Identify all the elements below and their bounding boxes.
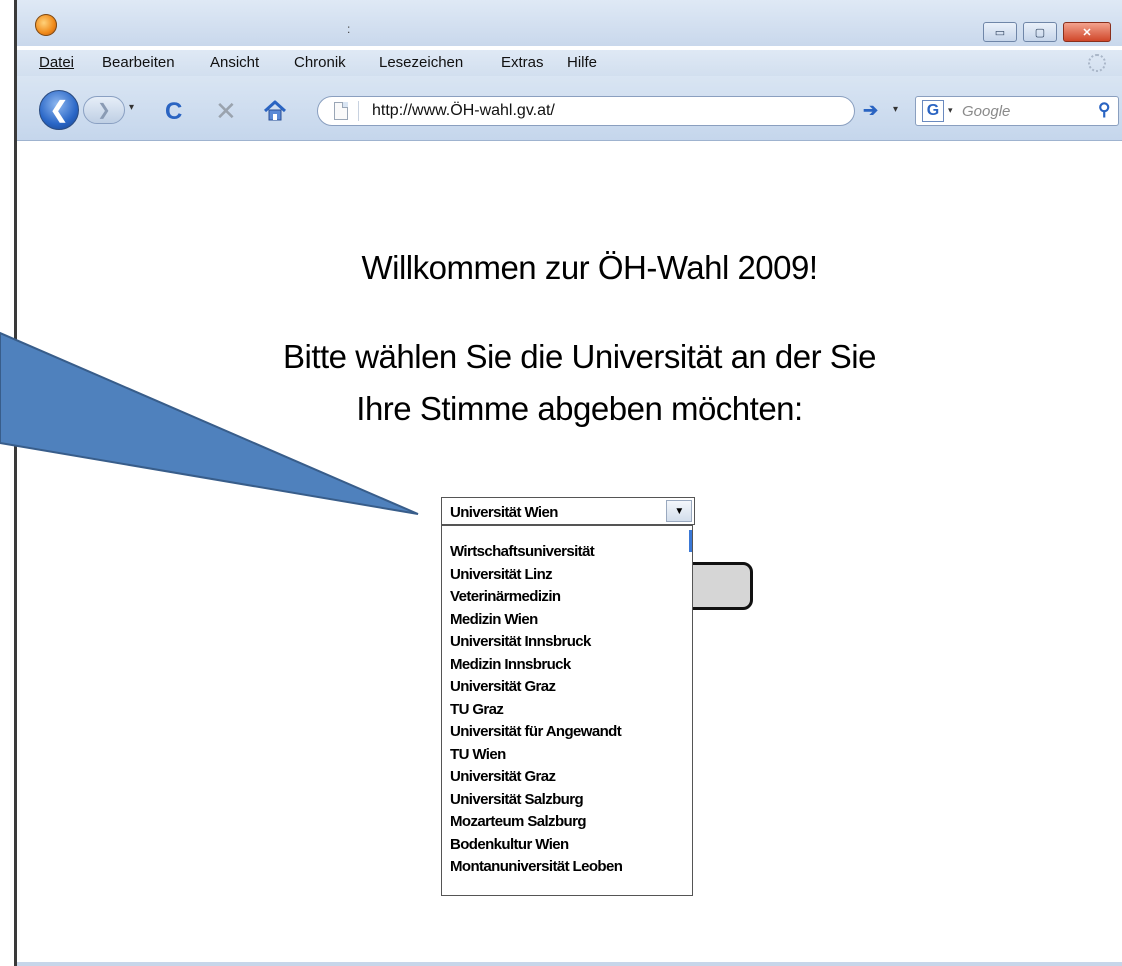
address-divider: [358, 101, 359, 121]
option-item[interactable]: Universität für Angewandt: [450, 723, 622, 740]
search-input[interactable]: [962, 101, 1082, 121]
firefox-logo-icon: [35, 14, 57, 36]
option-item[interactable]: Universität Linz: [450, 566, 553, 583]
menu-label: Ansicht: [210, 54, 260, 71]
option-item[interactable]: Montanuniversität Leoben: [450, 858, 623, 875]
menu-hilfe[interactable]: Hilfe: [567, 54, 597, 71]
activity-throbber-icon: [1088, 54, 1106, 72]
menu-bearbeiten[interactable]: Bearbeiten: [102, 54, 175, 71]
menu-ansicht[interactable]: Ansicht: [210, 54, 259, 71]
selected-university: Universität Wien: [450, 504, 558, 521]
option-item[interactable]: Veterinärmedizin: [450, 588, 561, 605]
option-item[interactable]: Bodenkultur Wien: [450, 836, 569, 853]
minimize-button[interactable]: ▭: [983, 22, 1017, 42]
go-arrow-icon[interactable]: ➔: [863, 100, 878, 121]
home-icon[interactable]: [263, 100, 287, 122]
option-item[interactable]: Medizin Wien: [450, 611, 538, 628]
menu-label: Chronik: [294, 54, 346, 71]
menu-extras[interactable]: Extras: [501, 54, 544, 71]
address-bar[interactable]: http://www.ÖH-wahl.gv.at/: [317, 96, 855, 126]
page-content: Willkommen zur ÖH-Wahl 2009! Bitte wähle…: [17, 141, 1122, 966]
option-item[interactable]: Wirtschaftsuniversität: [450, 543, 595, 560]
history-dropdown-icon[interactable]: ▾: [129, 102, 134, 113]
window-title: :: [347, 22, 351, 36]
url-dropdown-icon[interactable]: ▾: [893, 104, 898, 115]
menu-label: Lesezeichen: [379, 54, 464, 71]
search-icon[interactable]: ⚲: [1098, 100, 1110, 120]
browser-window: : ▭ ▢ ✕ Datei Bearbeiten Ansicht Chronik…: [14, 0, 1122, 966]
menu-label: Hilfe: [567, 54, 598, 71]
menu-label: Datei: [39, 54, 75, 71]
instruction-text-line2: Ihre Stimme abgeben möchten:: [356, 390, 803, 427]
page-icon: [334, 102, 348, 120]
left-edge-strip: [0, 0, 14, 966]
option-item[interactable]: Mozarteum Salzburg: [450, 813, 586, 830]
title-bar: : ▭ ▢ ✕: [17, 0, 1122, 46]
page-title: Willkommen zur ÖH-Wahl 2009!: [361, 249, 818, 286]
navigation-toolbar: ❮ ❯ ▾ C ✕ http://www.ÖH-wahl.gv.at/ ➔ ▾ …: [17, 76, 1122, 141]
search-engine-letter: G: [926, 102, 940, 119]
option-item[interactable]: Medizin Innsbruck: [450, 656, 571, 673]
url-text[interactable]: http://www.ÖH-wahl.gv.at/: [372, 102, 555, 120]
status-bar-edge: [17, 962, 1122, 966]
option-item[interactable]: Universität Innsbruck: [450, 633, 591, 650]
menu-label: Extras: [501, 54, 544, 71]
forward-arrow-icon: ❯: [97, 102, 111, 119]
close-icon: ✕: [1082, 26, 1092, 39]
dropdown-arrow-glyph: ▼: [674, 505, 684, 517]
option-item[interactable]: Universität Salzburg: [450, 791, 584, 808]
menu-lesezeichen[interactable]: Lesezeichen: [379, 54, 463, 71]
minimize-icon: ▭: [994, 26, 1006, 39]
option-item[interactable]: Universität Graz: [450, 678, 556, 695]
reload-icon[interactable]: C: [165, 100, 182, 124]
menu-chronik[interactable]: Chronik: [294, 54, 346, 71]
maximize-button[interactable]: ▢: [1023, 22, 1057, 42]
google-engine-icon[interactable]: G: [922, 100, 944, 122]
scrollbar-thumb[interactable]: [689, 530, 692, 552]
close-button[interactable]: ✕: [1063, 22, 1111, 42]
menu-bar: Datei Bearbeiten Ansicht Chronik Lesezei…: [17, 50, 1122, 76]
dropdown-arrow-icon[interactable]: ▼: [666, 500, 692, 522]
forward-button[interactable]: ❯: [83, 96, 125, 124]
stop-icon[interactable]: ✕: [215, 98, 237, 124]
back-button[interactable]: ❮: [39, 90, 79, 130]
instruction-text-line1: Bitte wählen Sie die Universität an der …: [283, 338, 877, 375]
university-options-list[interactable]: Wirtschaftsuniversität Universität Linz …: [441, 525, 693, 896]
menu-label: Bearbeiten: [102, 54, 175, 71]
maximize-icon: ▢: [1034, 26, 1046, 39]
university-select[interactable]: Universität Wien ▼: [441, 497, 695, 525]
menu-datei[interactable]: Datei: [39, 54, 74, 71]
option-item[interactable]: Universität Graz: [450, 768, 556, 785]
back-arrow-icon: ❮: [49, 97, 69, 122]
search-bar: G ▾ ⚲: [915, 96, 1119, 126]
option-item[interactable]: TU Wien: [450, 746, 506, 763]
option-item[interactable]: TU Graz: [450, 701, 504, 718]
engine-dropdown-icon[interactable]: ▾: [948, 105, 953, 116]
